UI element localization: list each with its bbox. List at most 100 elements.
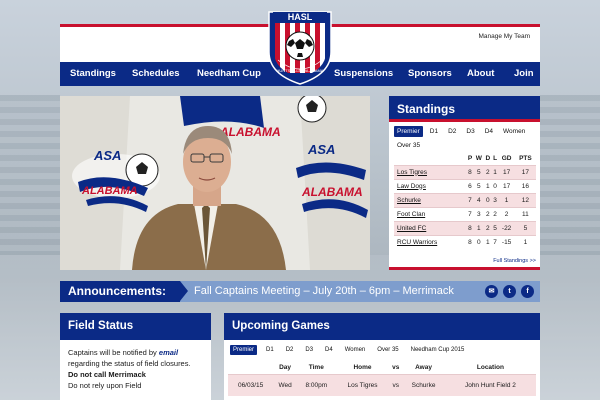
games-tab-needham-cup[interactable]: Needham Cup 2015 bbox=[408, 345, 468, 355]
table-cell: 16 bbox=[514, 178, 536, 193]
col-header: PTS bbox=[519, 154, 532, 162]
table-row: Los Tigres 8 5 2 1 17 17 bbox=[394, 164, 536, 179]
field-status-email: email bbox=[158, 348, 179, 357]
team-link[interactable]: Foot Clan bbox=[394, 206, 467, 221]
table-cell: -22 bbox=[498, 220, 515, 235]
team-link[interactable]: RCU Warriors bbox=[394, 234, 467, 249]
field-status-title: Field Status bbox=[60, 313, 211, 340]
standings-tab-d3[interactable]: D3 bbox=[463, 126, 477, 137]
table-cell: 0 bbox=[473, 234, 484, 249]
standings-title: Standings bbox=[389, 96, 540, 122]
table-cell: 11 bbox=[514, 206, 536, 221]
table-cell: 2 bbox=[498, 206, 515, 221]
col-header: D bbox=[485, 154, 491, 162]
table-cell: 5 bbox=[473, 164, 484, 179]
standings-tab-d1[interactable]: D1 bbox=[427, 126, 441, 137]
col-header: Location bbox=[476, 363, 504, 371]
table-cell: 2 bbox=[483, 164, 492, 179]
table-cell: -15 bbox=[498, 234, 515, 249]
games-tab-d4[interactable]: D4 bbox=[322, 345, 336, 355]
table-cell: 8 bbox=[466, 164, 474, 179]
full-standings-link[interactable]: Full Standings >> bbox=[493, 258, 536, 264]
game-location: John Hunt Field 2 bbox=[444, 373, 536, 396]
table-cell: 17 bbox=[498, 178, 515, 193]
banner-right-subtext: ALABAMA bbox=[301, 185, 363, 199]
standings-table: P W D L GD PTS Los Tigres 8 5 2 1 17 17 … bbox=[394, 152, 536, 249]
nav-standings[interactable]: Standings bbox=[70, 62, 116, 86]
games-tab-premier[interactable]: Premier bbox=[230, 345, 258, 355]
table-cell: 5 bbox=[514, 220, 536, 235]
standings-tabs: Premier D1 D2 D3 D4 Women Over 35 bbox=[389, 122, 540, 154]
col-header: W bbox=[475, 154, 482, 162]
nav-join[interactable]: Join bbox=[514, 62, 534, 86]
table-cell: 5 bbox=[491, 220, 499, 235]
col-header: Day bbox=[279, 363, 292, 371]
background-stand-right bbox=[540, 95, 600, 255]
announcements-label: Announcements: bbox=[60, 281, 188, 302]
games-tab-women[interactable]: Women bbox=[342, 345, 369, 355]
table-cell: 7 bbox=[491, 234, 499, 249]
announcement-ticker[interactable]: Fall Captains Meeting – July 20th – 6pm … bbox=[194, 281, 454, 302]
facebook-icon[interactable]: f bbox=[521, 285, 534, 298]
standings-tab-d4[interactable]: D4 bbox=[482, 126, 496, 137]
game-date: 06/03/15 bbox=[228, 373, 274, 396]
nav-suspensions[interactable]: Suspensions bbox=[334, 62, 393, 86]
standings-tab-women[interactable]: Women bbox=[500, 126, 528, 137]
table-cell: 1 bbox=[483, 178, 492, 193]
table-cell: 7 bbox=[466, 192, 474, 207]
games-tabs: Premier D1 D2 D3 D4 Women Over 35 Needham Cup 2… bbox=[224, 340, 540, 358]
banner-right-text: ASA bbox=[307, 142, 335, 157]
nav-needham-cup[interactable]: Needham Cup bbox=[197, 62, 261, 86]
standings-tab-d2[interactable]: D2 bbox=[445, 126, 459, 137]
team-link[interactable]: Los Tigres bbox=[394, 164, 467, 179]
table-row: Schurke 7 4 0 3 1 12 bbox=[394, 192, 536, 207]
games-tab-d3[interactable]: D3 bbox=[302, 345, 316, 355]
games-tab-d1[interactable]: D1 bbox=[263, 345, 277, 355]
manage-my-team-link[interactable]: Manage My Team bbox=[478, 33, 530, 40]
nav-about[interactable]: About bbox=[467, 62, 494, 86]
nav-schedules[interactable]: Schedules bbox=[132, 62, 180, 86]
table-row: RCU Warriors 8 0 1 7 -15 1 bbox=[394, 234, 536, 249]
announcements-bar: Announcements: Fall Captains Meeting – J… bbox=[60, 281, 540, 302]
standings-tab-premier[interactable]: Premier bbox=[394, 126, 423, 137]
banner-left-subtext: ALABAMA bbox=[81, 185, 138, 197]
games-tab-over35[interactable]: Over 35 bbox=[374, 345, 401, 355]
table-cell: 6 bbox=[466, 178, 474, 193]
table-cell: 3 bbox=[491, 192, 499, 207]
table-row: 06/03/15 Wed 8:00pm Los Tigres vs Schurk… bbox=[228, 373, 536, 396]
hasl-logo[interactable]: HASL HUNTSVILLE · ALABAMA bbox=[265, 6, 335, 86]
field-status-text: Captains will be notified by bbox=[68, 348, 157, 357]
games-header-row: Day Time Home vs Away Location bbox=[228, 361, 536, 374]
table-cell: 17 bbox=[514, 164, 536, 179]
featured-video[interactable]: ASA ALABAMA ALABAMA ASA ALABAMA bbox=[60, 96, 370, 270]
table-row: Law Dogs 6 5 1 0 17 16 bbox=[394, 178, 536, 193]
standings-header-row: P W D L GD PTS bbox=[394, 152, 536, 165]
team-link[interactable]: Schurke bbox=[394, 192, 467, 207]
col-header: vs bbox=[392, 363, 400, 371]
game-home: Los Tigres bbox=[335, 373, 390, 396]
table-cell: 12 bbox=[514, 192, 536, 207]
table-cell: 1 bbox=[491, 164, 499, 179]
nav-sponsors[interactable]: Sponsors bbox=[408, 62, 452, 86]
table-cell: 0 bbox=[483, 192, 492, 207]
table-row: Foot Clan 7 3 2 2 2 11 bbox=[394, 206, 536, 221]
games-tab-d2[interactable]: D2 bbox=[283, 345, 297, 355]
twitter-icon[interactable]: t bbox=[503, 285, 516, 298]
background-stand-left bbox=[0, 95, 60, 255]
team-link[interactable]: Law Dogs bbox=[394, 178, 467, 193]
table-cell: 0 bbox=[491, 178, 499, 193]
game-time: 8:00pm bbox=[296, 373, 336, 396]
table-cell: 4 bbox=[473, 192, 484, 207]
col-header: L bbox=[493, 154, 498, 162]
team-link[interactable]: United FC bbox=[394, 220, 467, 235]
field-status-text: Do not rely upon Field bbox=[68, 381, 142, 390]
game-day: Wed bbox=[273, 373, 297, 396]
banner-top-subtext: ALABAMA bbox=[219, 125, 281, 139]
field-status-body: Captains will be notified by email regar… bbox=[60, 340, 211, 398]
email-icon[interactable]: ✉ bbox=[485, 285, 498, 298]
upcoming-games-panel: Upcoming Games Premier D1 D2 D3 D4 Women Over … bbox=[224, 313, 540, 400]
standings-bottom-rule bbox=[389, 267, 540, 270]
upcoming-games-title: Upcoming Games bbox=[224, 313, 540, 340]
table-cell: 1 bbox=[473, 220, 484, 235]
standings-tab-over35[interactable]: Over 35 bbox=[394, 140, 423, 151]
